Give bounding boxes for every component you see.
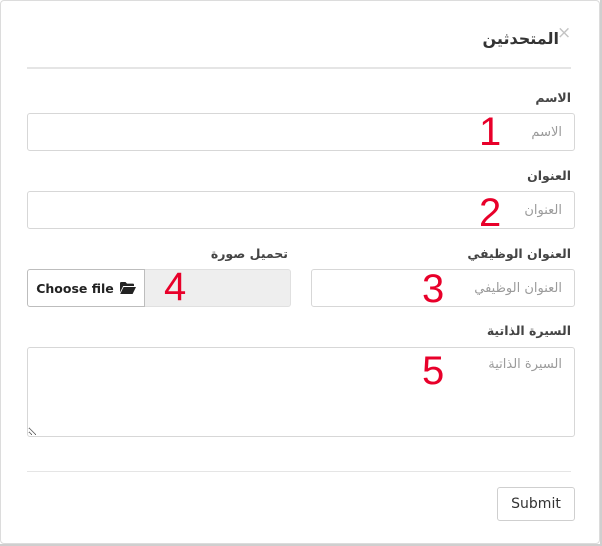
- name-input[interactable]: [27, 113, 575, 151]
- bio-label: السيرة الذاتية: [486, 323, 571, 338]
- name-label: الاسم: [535, 90, 571, 105]
- choose-file-button[interactable]: Choose file: [27, 269, 145, 307]
- job-title-label: العنوان الوظيفي: [467, 246, 571, 261]
- close-icon[interactable]: ×: [557, 25, 571, 42]
- job-title-input[interactable]: [311, 269, 575, 307]
- address-label: العنوان: [527, 168, 571, 183]
- modal-title: المتحدثين: [482, 29, 559, 48]
- address-input[interactable]: [27, 191, 575, 229]
- modal-header: × المتحدثين: [27, 1, 571, 69]
- bio-textarea[interactable]: [27, 347, 575, 437]
- speakers-modal: × المتحدثين الاسم 1 العنوان 2 العنوان ال…: [0, 0, 600, 544]
- footer-divider: [27, 471, 571, 472]
- photo-upload-label: تحميل صورة: [210, 246, 288, 261]
- submit-button[interactable]: Submit: [497, 487, 575, 521]
- choose-file-label: Choose file: [36, 280, 114, 296]
- folder-open-icon: [119, 282, 136, 294]
- file-name-display[interactable]: [145, 269, 291, 307]
